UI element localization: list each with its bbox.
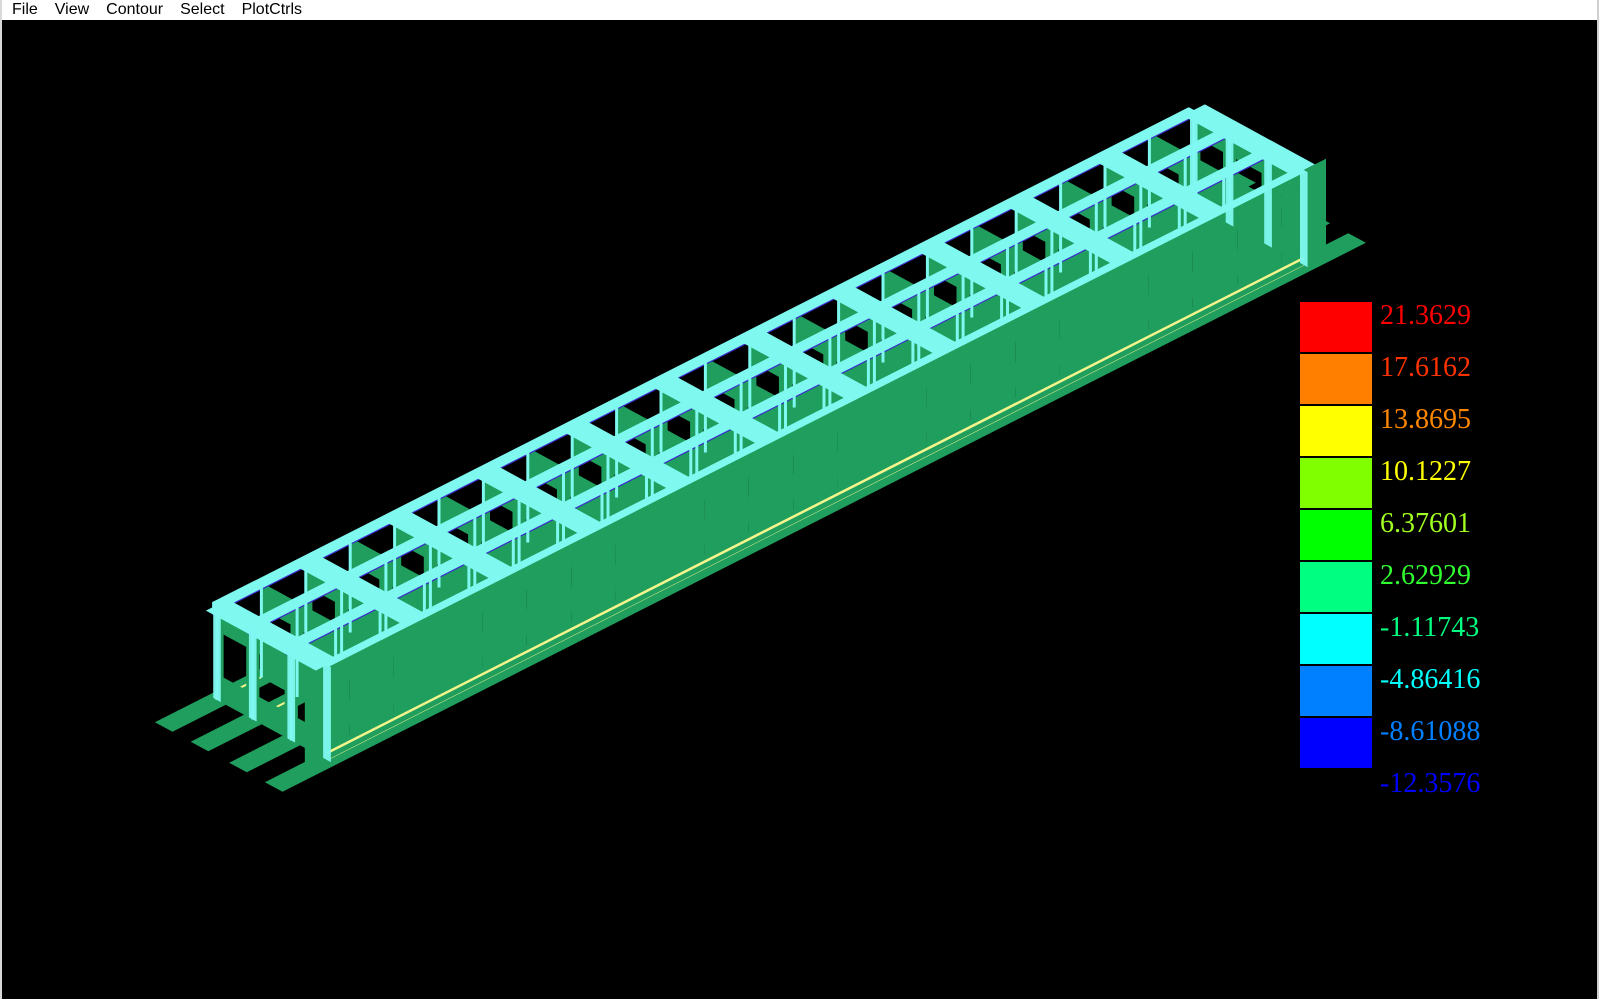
legend-value-label: 17.6162 xyxy=(1380,352,1471,383)
longitudinal-edge-line xyxy=(286,159,1264,656)
legend-swatch xyxy=(1300,718,1372,768)
menu-plotctrls[interactable]: PlotCtrls xyxy=(234,2,311,20)
end-bulkhead-post xyxy=(323,662,331,763)
longitudinal-web-top xyxy=(286,147,1264,655)
contour-legend: 21.3629 17.6162 13.8695 10.1227 6.37601 … xyxy=(1300,302,1510,822)
menu-contour[interactable]: Contour xyxy=(98,2,172,20)
legend-swatch xyxy=(1300,354,1372,404)
legend-value-label: 13.8695 xyxy=(1380,404,1471,435)
legend-value-label: -4.86416 xyxy=(1380,664,1481,695)
legend-value-label: 2.62929 xyxy=(1380,560,1471,591)
end-bulkhead-post xyxy=(1190,107,1198,208)
legend-swatch xyxy=(1300,562,1372,612)
legend-swatch xyxy=(1300,666,1372,716)
menu-view[interactable]: View xyxy=(47,2,98,20)
legend-value-label: -8.61088 xyxy=(1380,716,1481,747)
legend-value-label: -12.3576 xyxy=(1380,768,1481,799)
front-top-highlight xyxy=(326,169,1305,668)
contour-plot-window: File View Contour Select PlotCtrls 21.36… xyxy=(0,0,1599,999)
legend-value-label: 6.37601 xyxy=(1380,508,1471,539)
legend-value-label: -1.11743 xyxy=(1380,612,1480,643)
end-bulkhead-post xyxy=(1225,127,1234,227)
menu-bar: File View Contour Select PlotCtrls xyxy=(0,0,1599,20)
legend-value-label: 21.3629 xyxy=(1380,300,1471,331)
menu-file[interactable]: File xyxy=(4,2,47,20)
end-bulkhead-post xyxy=(1300,167,1308,268)
legend-swatch xyxy=(1300,302,1372,352)
end-bulkhead-post xyxy=(248,622,257,722)
end-bulkhead-post xyxy=(287,643,296,743)
legend-swatch xyxy=(1300,510,1372,560)
legend-swatch xyxy=(1300,614,1372,664)
legend-swatch xyxy=(1300,458,1372,508)
menu-select[interactable]: Select xyxy=(172,2,233,20)
legend-swatch xyxy=(1300,406,1372,456)
end-bulkhead-post xyxy=(213,602,221,703)
window-left-border xyxy=(0,0,2,999)
legend-value-label: 10.1227 xyxy=(1380,456,1471,487)
graphics-viewport[interactable]: 21.3629 17.6162 13.8695 10.1227 6.37601 … xyxy=(2,20,1599,999)
end-bulkhead-post xyxy=(1264,148,1272,248)
